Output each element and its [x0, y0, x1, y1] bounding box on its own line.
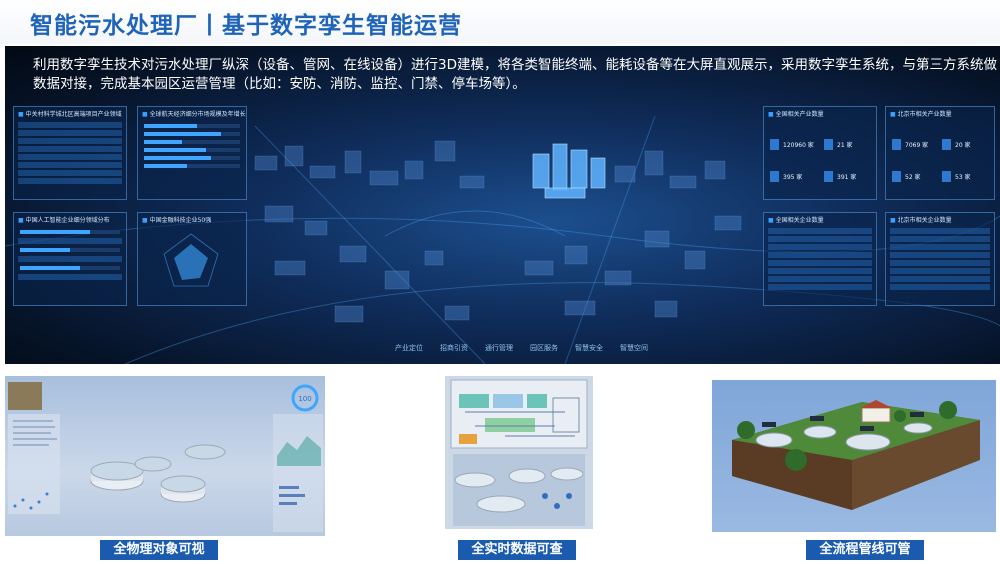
dashboard-screenshot: 利用数字孪生技术对污水处理厂纵深（设备、管网、在线设备）进行3D建模，将各类智能…: [5, 46, 1000, 364]
nav-item[interactable]: 招商引资: [440, 343, 468, 353]
thumbnail-physical-objects: 100: [5, 376, 325, 536]
stat-national-1: 120960 家: [770, 137, 820, 153]
nav-item[interactable]: 产业定位: [395, 343, 423, 353]
thumbnail-realtime-data: [445, 376, 593, 529]
panel-national-industry-count: 全国相关产业数量 120960 家 21 家 395 家 391 家: [763, 106, 877, 200]
nav-item[interactable]: 园区服务: [530, 343, 558, 353]
nav-item[interactable]: 智慧空间: [620, 343, 648, 353]
radar-chart: [163, 233, 219, 287]
building-icon: [770, 171, 779, 182]
building-icon: [892, 139, 901, 150]
panel-national-enterprise-count: 全国相关企业数量: [763, 212, 877, 306]
page-header: 智能污水处理厂丨基于数字孪生智能运营: [0, 0, 1000, 44]
caption-physical-objects: 全物理对象可视: [100, 540, 218, 560]
page-title: 智能污水处理厂丨基于数字孪生智能运营: [30, 13, 462, 39]
stat-national-3: 395 家: [770, 169, 820, 185]
stat-beijing-1: 7069 家: [892, 137, 942, 153]
building-icon: [942, 171, 951, 182]
nav-item[interactable]: 通行管理: [485, 343, 513, 353]
building-icon: [892, 171, 901, 182]
building-icon: [824, 139, 833, 150]
stat-beijing-4: 53 家: [942, 169, 992, 185]
thumbnail-pipeline-management: [712, 380, 996, 532]
nav-item[interactable]: 智慧安全: [575, 343, 603, 353]
stat-national-4: 391 家: [824, 169, 874, 185]
stat-beijing-2: 20 家: [942, 137, 992, 153]
building-icon: [770, 139, 779, 150]
caption-pipeline-management: 全流程管线可管: [806, 540, 924, 560]
stat-national-2: 21 家: [824, 137, 874, 153]
panel-fintech-top50: 中国金融科技企业50强: [137, 212, 247, 306]
panel-beijing-industry-count: 北京市相关产业数量 7069 家 20 家 52 家 53 家: [885, 106, 995, 200]
panel-ai-enterprise: 中国人工智能企业细分领域分布: [13, 212, 127, 306]
building-icon: [824, 171, 833, 182]
description-text: 利用数字孪生技术对污水处理厂纵深（设备、管网、在线设备）进行3D建模，将各类智能…: [33, 57, 997, 92]
dashboard-nav: 产业定位 招商引资 通行管理 园区服务 智慧安全 智慧空间: [395, 343, 648, 353]
panel-beijing-enterprise-count: 北京市相关企业数量: [885, 212, 995, 306]
panel-industry-fields: 中关村科学城北区高端项目产业领域: [13, 106, 127, 200]
stat-beijing-3: 52 家: [892, 169, 942, 185]
panel-aerospace-market: 全球航天经济细分市场规模及年增长: [137, 106, 247, 200]
building-icon: [942, 139, 951, 150]
caption-realtime-data: 全实时数据可查: [458, 540, 576, 560]
gauge-value: 100: [298, 395, 311, 403]
